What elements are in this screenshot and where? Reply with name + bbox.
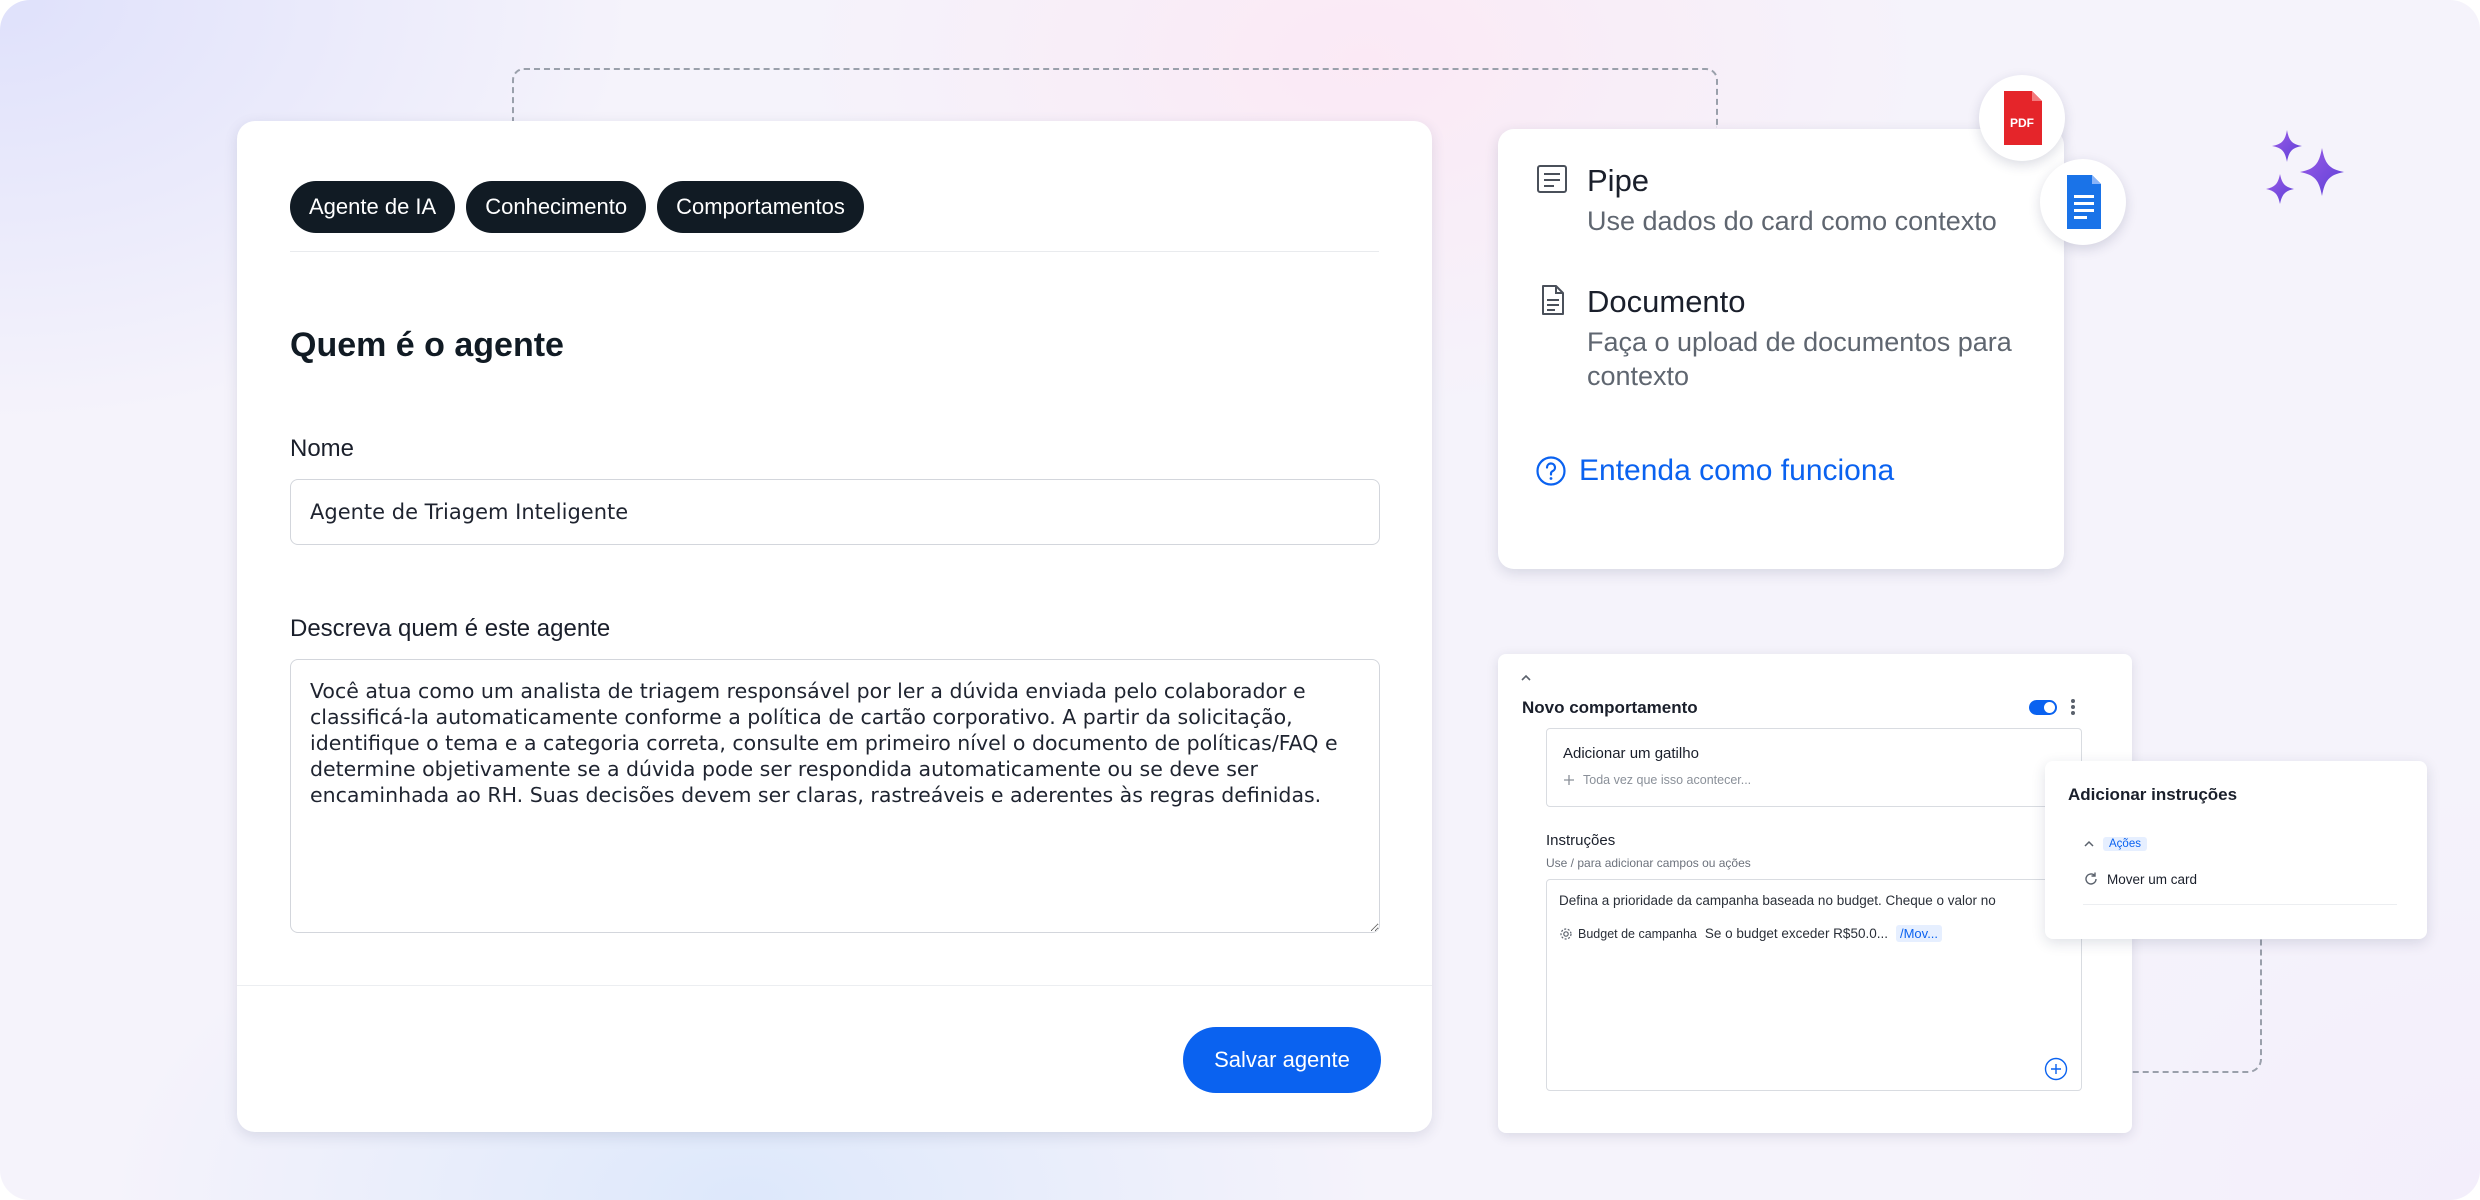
group-label: Ações [2103, 837, 2147, 851]
popup-divider [2083, 904, 2397, 905]
context-document-subtitle: Faça o upload de documentos para context… [1587, 327, 2012, 391]
context-pipe-title: Pipe [1587, 163, 1650, 198]
help-circle-icon [1536, 456, 1566, 486]
popup-title: Adicionar instruções [2068, 785, 2238, 804]
google-doc-icon [2067, 175, 2101, 229]
behavior-toggle[interactable] [2029, 700, 2057, 715]
connector-top [512, 68, 1718, 128]
name-input[interactable] [290, 479, 1380, 545]
sparkle-icon [2266, 130, 2344, 204]
agent-card: Agente de IA Conhecimento Comportamentos… [237, 121, 1432, 1132]
tabs-divider [290, 251, 1379, 252]
add-circle-icon[interactable] [2044, 1057, 2068, 1081]
trigger-box[interactable]: Adicionar um gatilho Toda vez que isso a… [1546, 728, 2082, 807]
list-document-icon [1537, 165, 1567, 193]
context-document-title: Documento [1587, 284, 1746, 319]
google-doc-bubble [2040, 159, 2126, 245]
description-label: Descreva quem é este agente [290, 615, 611, 642]
pdf-label: PDF [2010, 116, 2034, 130]
condition-text: Se o budget exceder R$50.0... [1704, 926, 1888, 941]
description-textarea[interactable]: Você atua como um analista de triagem re… [290, 659, 1380, 933]
document-icon [1542, 285, 1564, 315]
behavior-title: Novo comportamento [1522, 698, 1698, 717]
popup-group-row[interactable]: Ações [2083, 837, 2147, 851]
context-card: Pipe Use dados do card como contexto Doc… [1498, 129, 2064, 569]
more-options-icon[interactable] [2070, 698, 2076, 716]
instructions-hint: Use / para adicionar campos ou ações [1546, 856, 1751, 870]
instructions-text: Defina a prioridade da campanha baseada … [1559, 893, 1996, 908]
connector-right [2132, 939, 2262, 1073]
how-it-works-label: Entenda como funciona [1579, 454, 1895, 487]
chevron-up-icon[interactable] [1519, 673, 1533, 683]
tab-bar: Agente de IA Conhecimento Comportamentos [290, 181, 864, 233]
background-canvas: Agente de IA Conhecimento Comportamentos… [0, 0, 2480, 1200]
instructions-popup: Adicionar instruções Ações Mover um card [2045, 761, 2427, 939]
move-card-label: Mover um card [2107, 871, 2198, 887]
save-agent-button[interactable]: Salvar agente [1183, 1027, 1381, 1093]
instructions-title: Instruções [1546, 832, 1616, 849]
move-card-item[interactable]: Mover um card [2083, 871, 2197, 887]
field-chip[interactable]: Budget de campanha [1559, 927, 1697, 941]
gear-icon [1560, 927, 1572, 940]
pdf-bubble: PDF [1979, 75, 2065, 161]
trigger-placeholder[interactable]: Toda vez que isso acontecer... [1563, 773, 1751, 787]
field-chip-label: Budget de campanha [1578, 926, 1697, 941]
name-label: Nome [290, 435, 355, 462]
chevron-up-icon [2084, 840, 2094, 847]
how-it-works-link[interactable]: Entenda como funciona [1535, 454, 1894, 488]
footer-divider [237, 985, 1432, 986]
tab-conhecimento[interactable]: Conhecimento [466, 181, 647, 233]
tab-comportamentos[interactable]: Comportamentos [657, 181, 864, 233]
trigger-placeholder-text: Toda vez que isso acontecer... [1583, 773, 1752, 787]
behavior-card: Novo comportamento Adicionar um gatilho … [1498, 654, 2132, 1133]
section-title: Quem é o agente [290, 326, 564, 364]
trigger-title: Adicionar um gatilho [1563, 745, 1699, 762]
instructions-editor[interactable]: Defina a prioridade da campanha baseada … [1546, 879, 2082, 1091]
refresh-icon [2085, 872, 2097, 885]
instructions-line-2: Budget de campanha Se o budget exceder R… [1559, 925, 1943, 942]
context-pipe-subtitle: Use dados do card como contexto [1587, 206, 1997, 236]
tab-agente-de-ia[interactable]: Agente de IA [290, 181, 456, 233]
plus-icon [1564, 775, 1574, 785]
action-chip[interactable]: /Mov... [1895, 925, 1943, 942]
